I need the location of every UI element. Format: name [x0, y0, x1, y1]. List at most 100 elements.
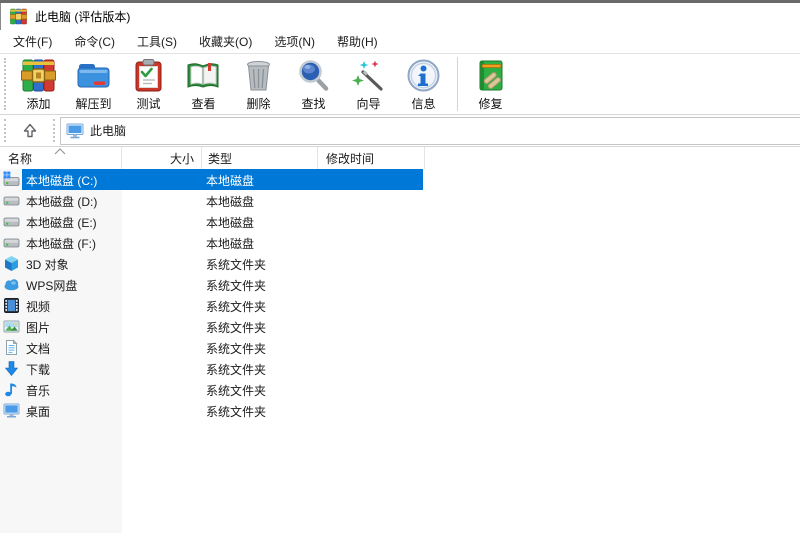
- column-header-size[interactable]: 大小: [122, 147, 202, 169]
- drive-icon: [3, 196, 20, 206]
- cloud-icon: [4, 279, 19, 291]
- list-item-desktop[interactable]: 桌面 系统文件夹: [0, 400, 800, 421]
- winrar-window: 此电脑 (评估版本) 文件(F) 命令(C) 工具(S) 收藏夹(O) 选项(N…: [0, 0, 800, 533]
- find-button-label: 查找: [301, 97, 326, 111]
- item-name: 下载: [26, 363, 51, 377]
- up-arrow-icon: [23, 123, 37, 138]
- menu-favorites[interactable]: 收藏夹(O): [188, 30, 263, 53]
- item-type: 系统文件夹: [206, 300, 267, 314]
- test-button-label: 测试: [136, 97, 161, 111]
- list-item-drive-d[interactable]: 本地磁盘 (D:) 本地磁盘: [0, 190, 800, 211]
- menu-options[interactable]: 选项(N): [263, 30, 326, 53]
- address-location: 此电脑: [90, 124, 127, 138]
- menu-tools[interactable]: 工具(S): [126, 30, 188, 53]
- list-item-pictures[interactable]: 图片 系统文件夹: [0, 316, 800, 337]
- up-one-level-button[interactable]: [15, 118, 45, 143]
- menu-file[interactable]: 文件(F): [2, 30, 63, 53]
- list-item-videos[interactable]: 视频 系统文件夹: [0, 295, 800, 316]
- find-button[interactable]: 查找: [286, 54, 341, 112]
- wizard-button[interactable]: 向导: [341, 54, 396, 112]
- address-field-drag-handle[interactable]: [53, 119, 58, 142]
- add-button-label: 添加: [26, 97, 51, 111]
- view-button[interactable]: 查看: [176, 54, 231, 112]
- delete-button[interactable]: 删除: [231, 54, 286, 112]
- view-book-icon: [187, 63, 219, 88]
- item-name: 桌面: [26, 405, 51, 419]
- list-item-drive-f[interactable]: 本地磁盘 (F:) 本地磁盘: [0, 232, 800, 253]
- item-name: WPS网盘: [26, 279, 78, 293]
- item-type: 系统文件夹: [206, 321, 267, 335]
- item-type: 本地磁盘: [206, 216, 255, 230]
- wizard-button-label: 向导: [356, 97, 381, 111]
- music-icon: [5, 383, 17, 397]
- list-item-drive-e[interactable]: 本地磁盘 (E:) 本地磁盘: [0, 211, 800, 232]
- winrar-archive-icon: [21, 59, 56, 92]
- list-item-3d-objects[interactable]: 3D 对象 系统文件夹: [0, 253, 800, 274]
- item-type: 本地磁盘: [206, 237, 255, 251]
- menu-help[interactable]: 帮助(H): [326, 30, 389, 53]
- info-button[interactable]: 信息: [396, 54, 451, 112]
- item-type: 系统文件夹: [206, 363, 267, 377]
- item-name: 音乐: [26, 384, 51, 398]
- item-name: 图片: [26, 321, 51, 335]
- item-name: 本地磁盘 (C:): [26, 174, 98, 188]
- item-name: 本地磁盘 (F:): [26, 237, 96, 251]
- item-name: 本地磁盘 (E:): [26, 216, 97, 230]
- column-header-name[interactable]: 名称: [0, 147, 122, 169]
- videos-icon: [4, 298, 19, 313]
- list-column-headers: 名称 大小 类型 修改时间: [0, 147, 800, 169]
- column-header-filler: [425, 147, 800, 169]
- list-item-downloads[interactable]: 下载 系统文件夹: [0, 358, 800, 379]
- item-type: 系统文件夹: [206, 405, 267, 419]
- item-name: 文档: [26, 342, 51, 356]
- extract-folder-icon: [77, 64, 110, 88]
- pictures-icon: [3, 320, 20, 333]
- column-header-modified[interactable]: 修改时间: [318, 147, 425, 169]
- winrar-logo-icon: [10, 8, 27, 25]
- info-button-label: 信息: [411, 97, 436, 111]
- item-type: 系统文件夹: [206, 342, 267, 356]
- address-combobox[interactable]: 此电脑: [60, 116, 800, 145]
- drive-icon: [3, 238, 20, 248]
- delete-button-label: 删除: [246, 97, 271, 111]
- column-header-type[interactable]: 类型: [202, 147, 318, 169]
- toolbar-separator: [457, 57, 458, 111]
- window-title: 此电脑 (评估版本): [35, 10, 131, 24]
- list-item-music[interactable]: 音乐 系统文件夹: [0, 379, 800, 400]
- 3d-objects-icon: [5, 256, 18, 271]
- documents-icon: [6, 339, 18, 355]
- downloads-icon: [4, 361, 19, 376]
- menubar: 文件(F) 命令(C) 工具(S) 收藏夹(O) 选项(N) 帮助(H): [0, 30, 800, 53]
- item-type: 系统文件夹: [206, 279, 267, 293]
- repair-button[interactable]: 修复: [463, 54, 518, 112]
- repair-book-icon: [479, 60, 503, 91]
- test-clipboard-icon: [135, 59, 162, 92]
- item-type: 本地磁盘: [206, 195, 255, 209]
- desktop-icon: [3, 403, 20, 418]
- computer-icon: [66, 123, 84, 138]
- item-name: 视频: [26, 300, 51, 314]
- toolbar-drag-handle[interactable]: [4, 58, 9, 110]
- item-name: 本地磁盘 (D:): [26, 195, 98, 209]
- item-name: 3D 对象: [26, 258, 69, 272]
- extract-button[interactable]: 解压到: [66, 54, 121, 112]
- list-item-documents[interactable]: 文档 系统文件夹: [0, 337, 800, 358]
- toolbar: 添加 解压到 测试 查看 删除 查找 向导 信息 修复: [0, 53, 800, 115]
- list-item-drive-c[interactable]: 本地磁盘 (C:) 本地磁盘: [0, 169, 800, 190]
- delete-trash-icon: [247, 61, 270, 91]
- menu-commands[interactable]: 命令(C): [63, 30, 126, 53]
- test-button[interactable]: 测试: [121, 54, 176, 112]
- file-list: 本地磁盘 (C:) 本地磁盘 本地磁盘 (D:) 本地磁盘 本地磁盘 (E:) …: [0, 169, 800, 533]
- addressbar-drag-handle[interactable]: [4, 119, 9, 142]
- list-item-wps-cloud[interactable]: WPS网盘 系统文件夹: [0, 274, 800, 295]
- sort-ascending-icon: [54, 148, 66, 155]
- item-type: 本地磁盘: [206, 174, 255, 188]
- add-button[interactable]: 添加: [11, 54, 66, 112]
- info-icon: [407, 59, 440, 92]
- item-type: 系统文件夹: [206, 384, 267, 398]
- titlebar: 此电脑 (评估版本): [0, 3, 800, 30]
- system-drive-icon: [3, 171, 20, 186]
- addressbar: 此电脑: [0, 115, 800, 147]
- repair-button-label: 修复: [478, 97, 503, 111]
- find-magnifier-icon: [299, 60, 329, 91]
